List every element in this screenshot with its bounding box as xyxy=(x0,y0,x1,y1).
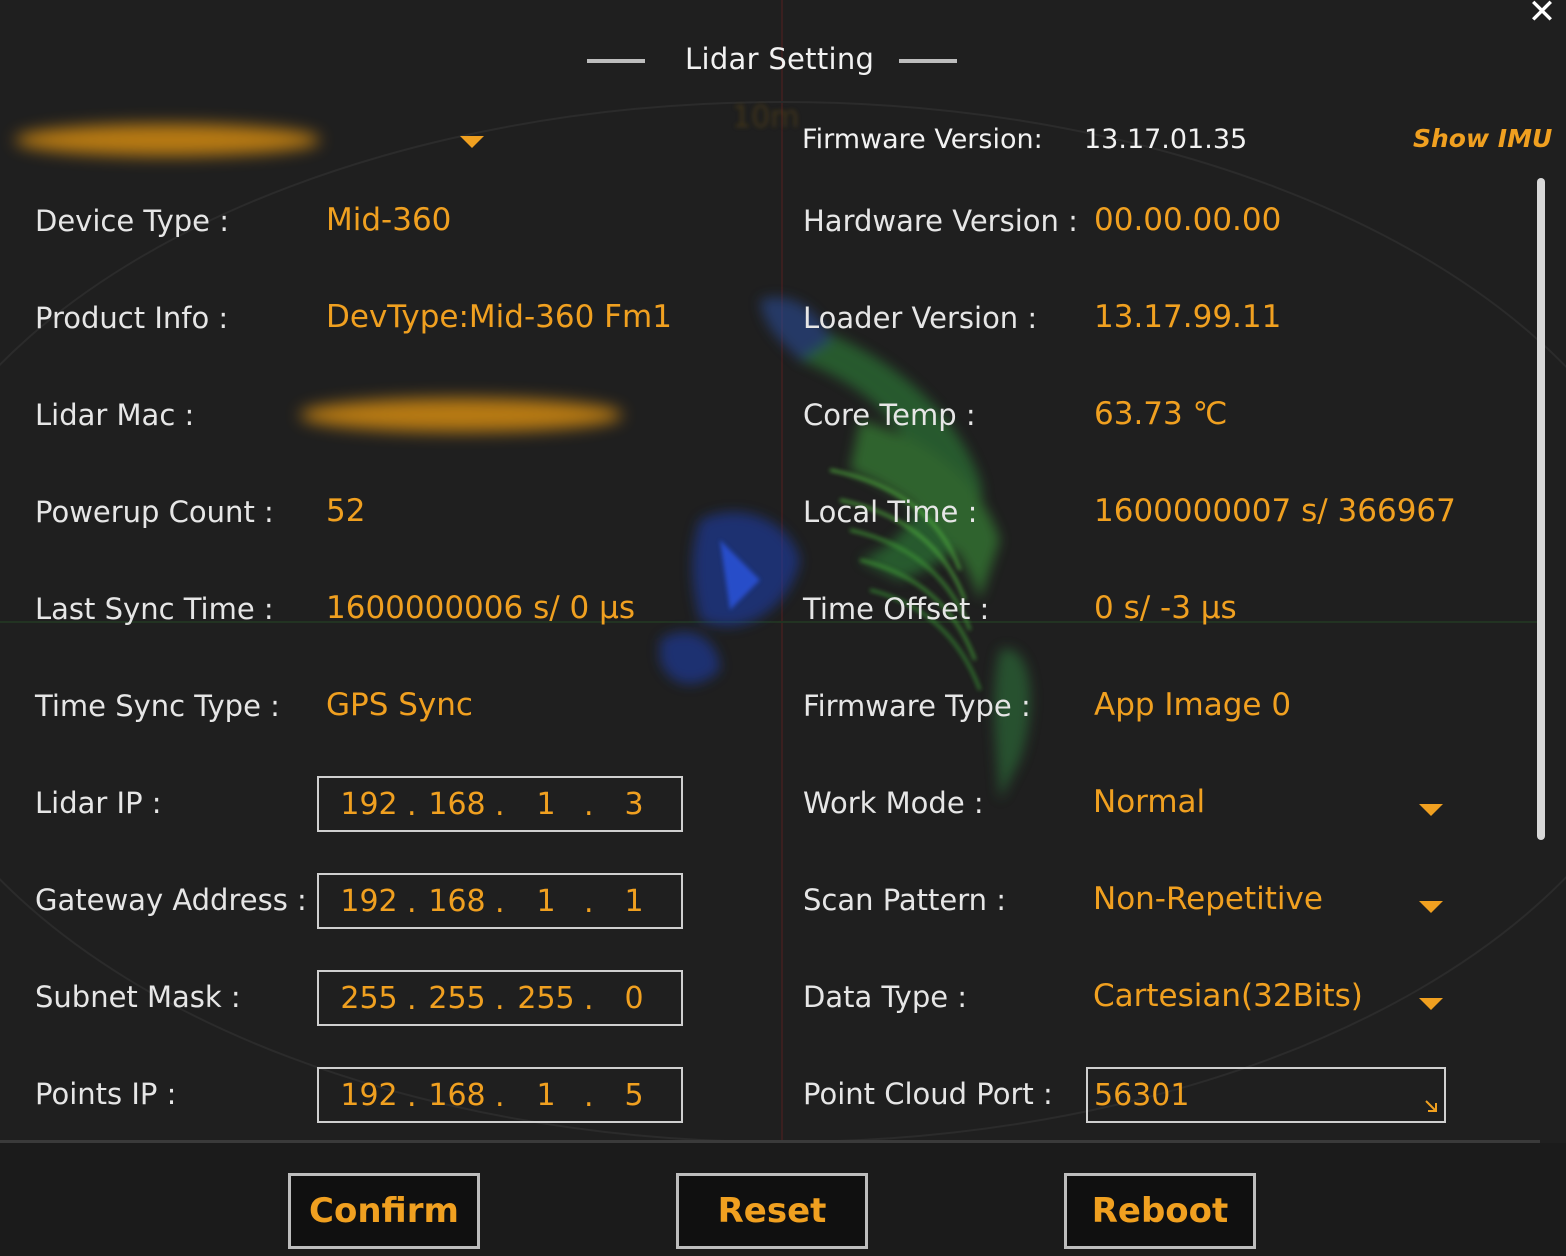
data-type-value: Cartesian(32Bits) xyxy=(1093,978,1363,1014)
device-selector-dropdown[interactable] xyxy=(15,120,495,162)
dialog-title: Lidar Setting xyxy=(685,42,875,76)
points-ip-input[interactable]: 192 . 168 . 1 . 5 xyxy=(317,1067,683,1123)
scale-label: 10m xyxy=(732,100,799,135)
ip-dot: . xyxy=(584,1079,594,1114)
ip-octet: 1 xyxy=(536,1078,556,1113)
gateway-address-input[interactable]: 192 . 168 . 1 . 1 xyxy=(317,873,683,929)
close-button[interactable]: ✕ xyxy=(1524,0,1560,30)
loader-version-label: Loader Version : xyxy=(803,301,1038,335)
point-cloud-port-input[interactable]: 56301 xyxy=(1086,1067,1446,1123)
ip-octet: 255 xyxy=(517,981,575,1016)
ip-octet: 192 xyxy=(340,884,398,919)
powerup-count-value: 52 xyxy=(326,493,366,529)
subnet-mask-label: Subnet Mask : xyxy=(35,980,241,1014)
ip-octet: 168 xyxy=(428,1078,486,1113)
core-temp-value: 63.73 ℃ xyxy=(1094,396,1228,432)
point-cloud-port-label: Point Cloud Port : xyxy=(803,1077,1053,1111)
scrollbar-thumb[interactable] xyxy=(1537,178,1545,840)
product-info-label: Product Info : xyxy=(35,301,229,335)
ip-dot: . xyxy=(407,1079,417,1114)
data-type-dropdown[interactable]: Cartesian(32Bits) xyxy=(1093,978,1449,1028)
device-type-label: Device Type : xyxy=(35,204,229,238)
firmware-type-label: Firmware Type : xyxy=(803,689,1031,723)
hardware-version-label: Hardware Version : xyxy=(803,204,1078,238)
last-sync-time-value: 1600000006 s/ 0 μs xyxy=(326,590,635,626)
ip-dot: . xyxy=(495,885,505,920)
time-offset-value: 0 s/ -3 μs xyxy=(1094,590,1237,626)
chevron-down-icon xyxy=(1419,901,1443,913)
resize-handle-icon[interactable] xyxy=(1424,1099,1438,1113)
work-mode-value: Normal xyxy=(1093,784,1206,820)
ip-octet: 1 xyxy=(536,884,556,919)
ip-octet: 0 xyxy=(624,981,644,1016)
device-type-value: Mid-360 xyxy=(326,202,452,238)
point-cloud-port-value: 56301 xyxy=(1094,1078,1190,1113)
ip-dot: . xyxy=(584,982,594,1017)
ip-dot: . xyxy=(495,1079,505,1114)
ip-octet: 192 xyxy=(340,1078,398,1113)
hardware-version-value: 00.00.00.00 xyxy=(1094,202,1282,238)
scan-pattern-dropdown[interactable]: Non-Repetitive xyxy=(1093,881,1449,931)
reboot-button[interactable]: Reboot xyxy=(1064,1173,1256,1249)
ip-octet: 168 xyxy=(428,884,486,919)
time-sync-type-label: Time Sync Type : xyxy=(35,689,280,723)
title-decor-left xyxy=(587,59,645,63)
confirm-button[interactable]: Confirm xyxy=(288,1173,480,1249)
lidar-ip-label: Lidar IP : xyxy=(35,786,162,820)
ip-octet: 1 xyxy=(536,787,556,822)
ip-octet: 192 xyxy=(340,787,398,822)
subnet-mask-input[interactable]: 255 . 255 . 255 . 0 xyxy=(317,970,683,1026)
reset-button[interactable]: Reset xyxy=(676,1173,868,1249)
redacted-device-name xyxy=(15,124,320,156)
time-offset-label: Time Offset : xyxy=(803,592,990,626)
ip-dot: . xyxy=(584,885,594,920)
ip-octet: 255 xyxy=(428,981,486,1016)
last-sync-time-label: Last Sync Time : xyxy=(35,592,274,626)
chevron-down-icon xyxy=(1419,804,1443,816)
ip-octet: 3 xyxy=(624,787,644,822)
core-temp-label: Core Temp : xyxy=(803,398,976,432)
ip-dot: . xyxy=(407,788,417,823)
powerup-count-label: Powerup Count : xyxy=(35,495,274,529)
title-decor-right xyxy=(899,59,957,63)
loader-version-value: 13.17.99.11 xyxy=(1094,299,1282,335)
chevron-down-icon xyxy=(460,136,484,148)
data-type-label: Data Type : xyxy=(803,980,968,1014)
ip-octet: 5 xyxy=(624,1078,644,1113)
ip-octet: 1 xyxy=(624,884,644,919)
firmware-version-label: Firmware Version: xyxy=(802,124,1043,155)
ip-dot: . xyxy=(495,788,505,823)
work-mode-label: Work Mode : xyxy=(803,786,984,820)
ip-octet: 168 xyxy=(428,787,486,822)
chevron-down-icon xyxy=(1419,998,1443,1010)
ip-dot: . xyxy=(407,982,417,1017)
ip-dot: . xyxy=(584,788,594,823)
local-time-label: Local Time : xyxy=(803,495,978,529)
work-mode-dropdown[interactable]: Normal xyxy=(1093,784,1449,834)
points-ip-label: Points IP : xyxy=(35,1077,177,1111)
lidar-ip-input[interactable]: 192 . 168 . 1 . 3 xyxy=(317,776,683,832)
ip-octet: 255 xyxy=(340,981,398,1016)
scan-pattern-value: Non-Repetitive xyxy=(1093,881,1323,917)
ip-dot: . xyxy=(495,982,505,1017)
lidar-mac-label: Lidar Mac : xyxy=(35,398,195,432)
redacted-mac-value xyxy=(300,398,622,432)
show-imu-link[interactable]: Show IMU xyxy=(1413,124,1552,153)
scan-pattern-label: Scan Pattern : xyxy=(803,883,1007,917)
local-time-value: 1600000007 s/ 366967 xyxy=(1094,493,1456,529)
product-info-value: DevType:Mid-360 Fm1 xyxy=(326,299,672,335)
ip-dot: . xyxy=(407,885,417,920)
firmware-type-value: App Image 0 xyxy=(1094,687,1292,723)
firmware-version-value: 13.17.01.35 xyxy=(1084,124,1248,155)
time-sync-type-value: GPS Sync xyxy=(326,687,473,723)
dialog-header: Lidar Setting xyxy=(0,38,1566,84)
gateway-address-label: Gateway Address : xyxy=(35,883,307,917)
